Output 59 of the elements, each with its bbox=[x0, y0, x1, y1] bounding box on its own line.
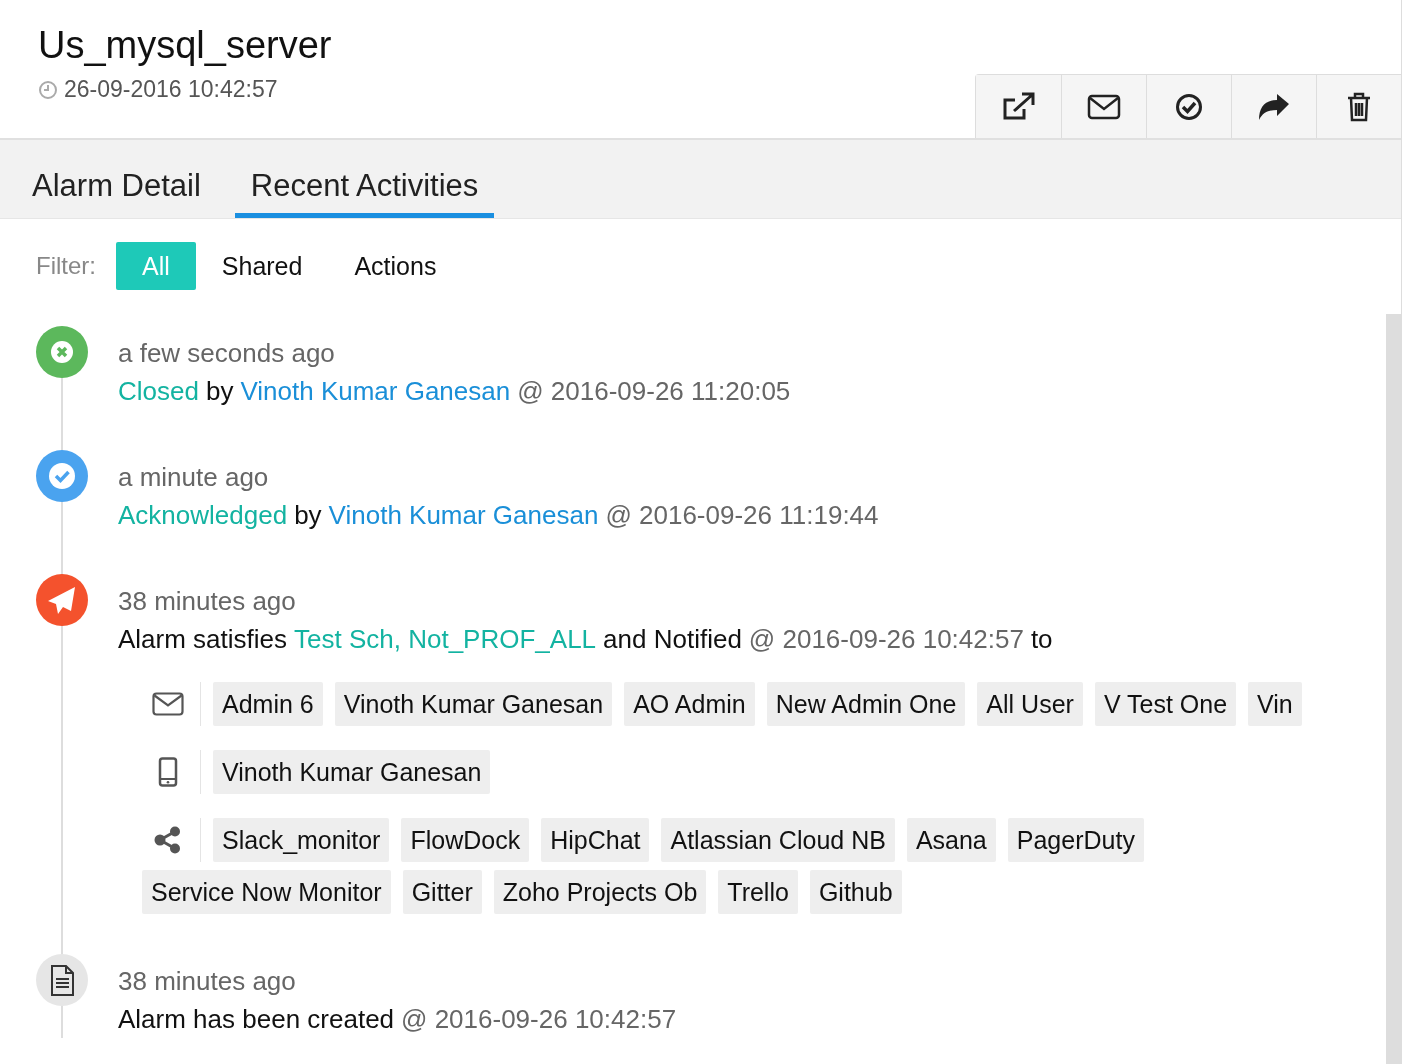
recipient-tag: Trello bbox=[718, 870, 798, 914]
tab[interactable]: Alarm Detail bbox=[16, 140, 217, 218]
message-text: Alarm satisfies bbox=[118, 623, 288, 656]
recipient-tag: Vin bbox=[1248, 682, 1302, 726]
status-link[interactable]: Closed bbox=[118, 372, 199, 410]
recipient-tag: New Admin One bbox=[766, 682, 966, 726]
message-text: and Notified bbox=[603, 623, 742, 656]
filter-option[interactable]: Actions bbox=[328, 242, 463, 290]
envelope-icon bbox=[1087, 93, 1121, 120]
timestamp-text: @ 2016-09-26 10:42:57 bbox=[401, 1003, 677, 1036]
relative-time: a few seconds ago bbox=[118, 337, 336, 370]
recipient-tag: Vinoth Kumar Ganesan bbox=[334, 682, 613, 726]
check-circle-icon bbox=[1175, 92, 1203, 121]
recipient-tag: Vinoth Kumar Ganesan bbox=[213, 750, 491, 794]
recipient-tag: Github bbox=[809, 870, 902, 914]
share-arrow-icon bbox=[1257, 92, 1291, 121]
recipient-tag: PagerDuty bbox=[1007, 818, 1144, 862]
filter-option[interactable]: All bbox=[116, 242, 196, 290]
alarm-title: Us_mysql_server bbox=[38, 23, 332, 68]
recipient-tag: AO Admin bbox=[624, 682, 755, 726]
relative-time: 38 minutes ago bbox=[118, 965, 297, 998]
clock-icon bbox=[38, 79, 58, 100]
user-link[interactable]: Vinoth Kumar Ganesan bbox=[240, 372, 511, 410]
recipient-tag: Gitter bbox=[402, 870, 482, 914]
recipient-tag: V Test One bbox=[1094, 682, 1237, 726]
recipient-tag: Zoho Projects Ob bbox=[493, 870, 707, 914]
acknowledged-status-icon bbox=[36, 450, 88, 502]
envelope-icon bbox=[152, 692, 184, 716]
alarm-timestamp: 26-09-2016 10:42:57 bbox=[64, 76, 278, 103]
status-link[interactable]: Test Sch, Not_PROF_ALL bbox=[294, 620, 597, 658]
recipient-tag: FlowDock bbox=[401, 818, 530, 862]
message-text: by bbox=[205, 375, 234, 408]
scrollbar[interactable] bbox=[1386, 314, 1402, 1064]
recipient-tag: Slack_monitor bbox=[213, 818, 390, 862]
message-text: by bbox=[294, 499, 322, 532]
tab[interactable]: Recent Activities bbox=[234, 140, 495, 218]
filter-option[interactable]: Shared bbox=[195, 242, 329, 290]
recipient-tag: Asana bbox=[906, 818, 996, 862]
trash-icon bbox=[1347, 91, 1371, 122]
filter-label: Filter: bbox=[36, 252, 96, 280]
user-link[interactable]: Vinoth Kumar Ganesan bbox=[328, 496, 599, 534]
recipient-tag: All User bbox=[977, 682, 1083, 726]
closed-status-icon bbox=[36, 326, 88, 378]
relative-time: a minute ago bbox=[118, 461, 270, 494]
recipient-tag: HipChat bbox=[541, 818, 650, 862]
recipient-tag: Service Now Monitor bbox=[142, 870, 391, 914]
recipient-tag: Atlassian Cloud NB bbox=[661, 818, 895, 862]
status-link[interactable]: Acknowledged bbox=[118, 496, 288, 534]
relative-time: 38 minutes ago bbox=[118, 585, 297, 618]
share-icon bbox=[154, 826, 182, 854]
message-text: Alarm has been created bbox=[118, 1003, 395, 1036]
recipient-tag: Admin 6 bbox=[213, 682, 323, 726]
message-text: to bbox=[1030, 623, 1053, 656]
mobile-phone-icon bbox=[158, 757, 178, 787]
external-link-icon bbox=[1001, 91, 1036, 122]
timestamp-text: @ 2016-09-26 11:19:44 bbox=[605, 499, 879, 532]
timestamp-text: @ 2016-09-26 10:42:57 bbox=[748, 623, 1024, 656]
paper-plane-icon bbox=[36, 574, 88, 626]
timestamp-text: @ 2016-09-26 11:20:05 bbox=[517, 375, 791, 408]
